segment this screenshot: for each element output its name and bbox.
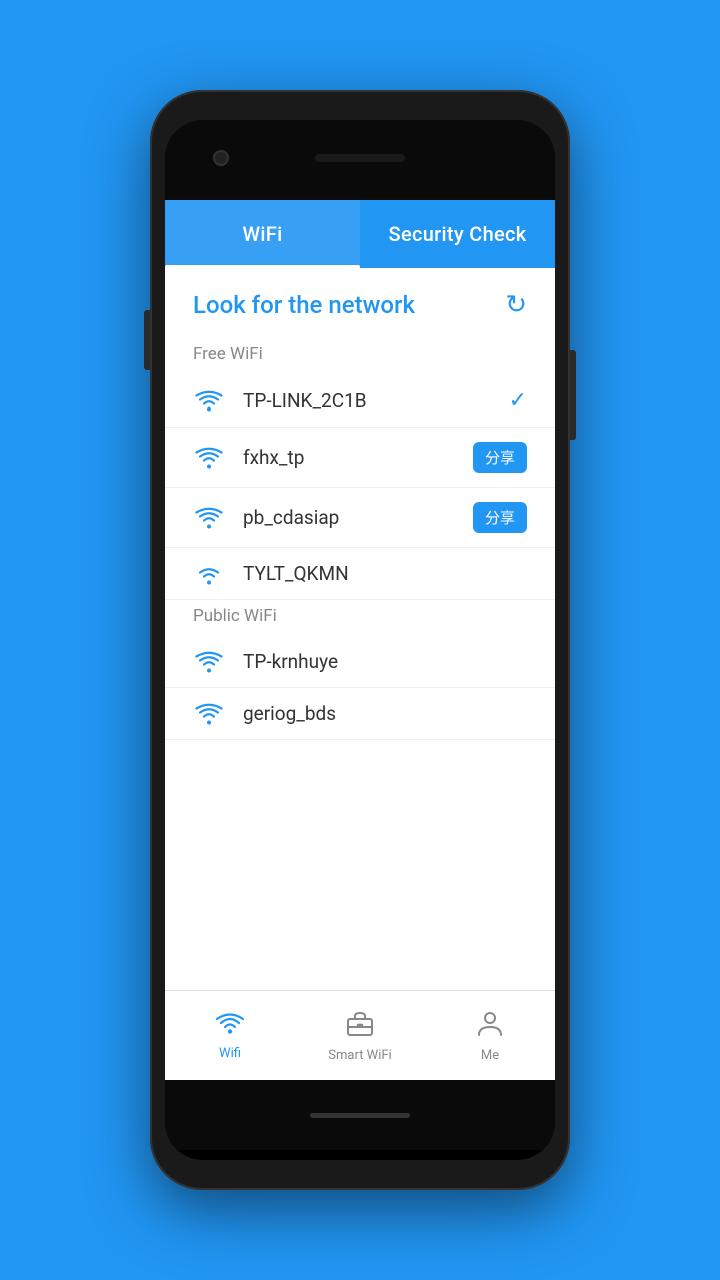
free-wifi-label: Free WiFi [165,338,555,374]
network-name: TYLT_QKMN [243,562,527,585]
wifi-item-tp-link[interactable]: TP-LINK_2C1B ✓ [165,374,555,428]
wifi-signal-icon [193,390,225,412]
network-name: geriog_bds [243,702,527,725]
speaker [315,154,405,162]
nav-label-wifi: Wifi [219,1046,241,1061]
home-bar [310,1113,410,1118]
network-name: fxhx_tp [243,446,473,469]
nav-label-smart-wifi: Smart WiFi [328,1048,391,1063]
refresh-icon[interactable]: ↻ [505,290,527,320]
wifi-item-pb[interactable]: pb_cdasiap 分享 [165,488,555,548]
network-name: pb_cdasiap [243,506,473,529]
tab-security-check[interactable]: Security Check [360,200,555,268]
heading-row: Look for the network ↻ [165,268,555,338]
network-name: TP-krnhuye [243,650,527,673]
bottom-nav: Wifi Smart WiFi [165,990,555,1080]
nav-label-me: Me [481,1048,499,1063]
page-title: Look for the network [193,291,415,319]
wifi-action-share: 分享 [473,442,527,473]
wifi-signal-icon [193,563,225,585]
phone-screen: WiFi Security Check Look for the network… [165,120,555,1160]
content-area: Look for the network ↻ Free WiFi [165,268,555,990]
share-button[interactable]: 分享 [473,502,527,533]
nav-item-me[interactable]: Me [425,1001,555,1071]
camera-icon [213,150,229,166]
nav-item-wifi[interactable]: Wifi [165,1003,295,1069]
screen: WiFi Security Check Look for the network… [165,200,555,1080]
checkmark-icon: ✓ [509,388,527,413]
wifi-signal-icon [193,507,225,529]
wifi-action-check: ✓ [509,388,527,413]
wifi-item-geriog[interactable]: geriog_bds [165,688,555,740]
wifi-item-fxhx[interactable]: fxhx_tp 分享 [165,428,555,488]
phone-device: WiFi Security Check Look for the network… [150,90,570,1190]
wifi-item-tylt[interactable]: TYLT_QKMN [165,548,555,600]
top-bezel [165,120,555,200]
briefcase-nav-icon [345,1009,375,1044]
nav-item-smart-wifi[interactable]: Smart WiFi [295,1001,425,1071]
public-wifi-label: Public WiFi [165,600,555,636]
bottom-bezel [165,1080,555,1150]
wifi-signal-icon [193,651,225,673]
tab-wifi[interactable]: WiFi [165,200,360,268]
tab-bar: WiFi Security Check [165,200,555,268]
person-nav-icon [476,1009,504,1044]
wifi-nav-icon [215,1011,245,1042]
share-button[interactable]: 分享 [473,442,527,473]
wifi-action-share: 分享 [473,502,527,533]
wifi-signal-icon [193,447,225,469]
network-name: TP-LINK_2C1B [243,389,509,412]
wifi-signal-icon [193,703,225,725]
wifi-item-tp-krnhuye[interactable]: TP-krnhuye [165,636,555,688]
